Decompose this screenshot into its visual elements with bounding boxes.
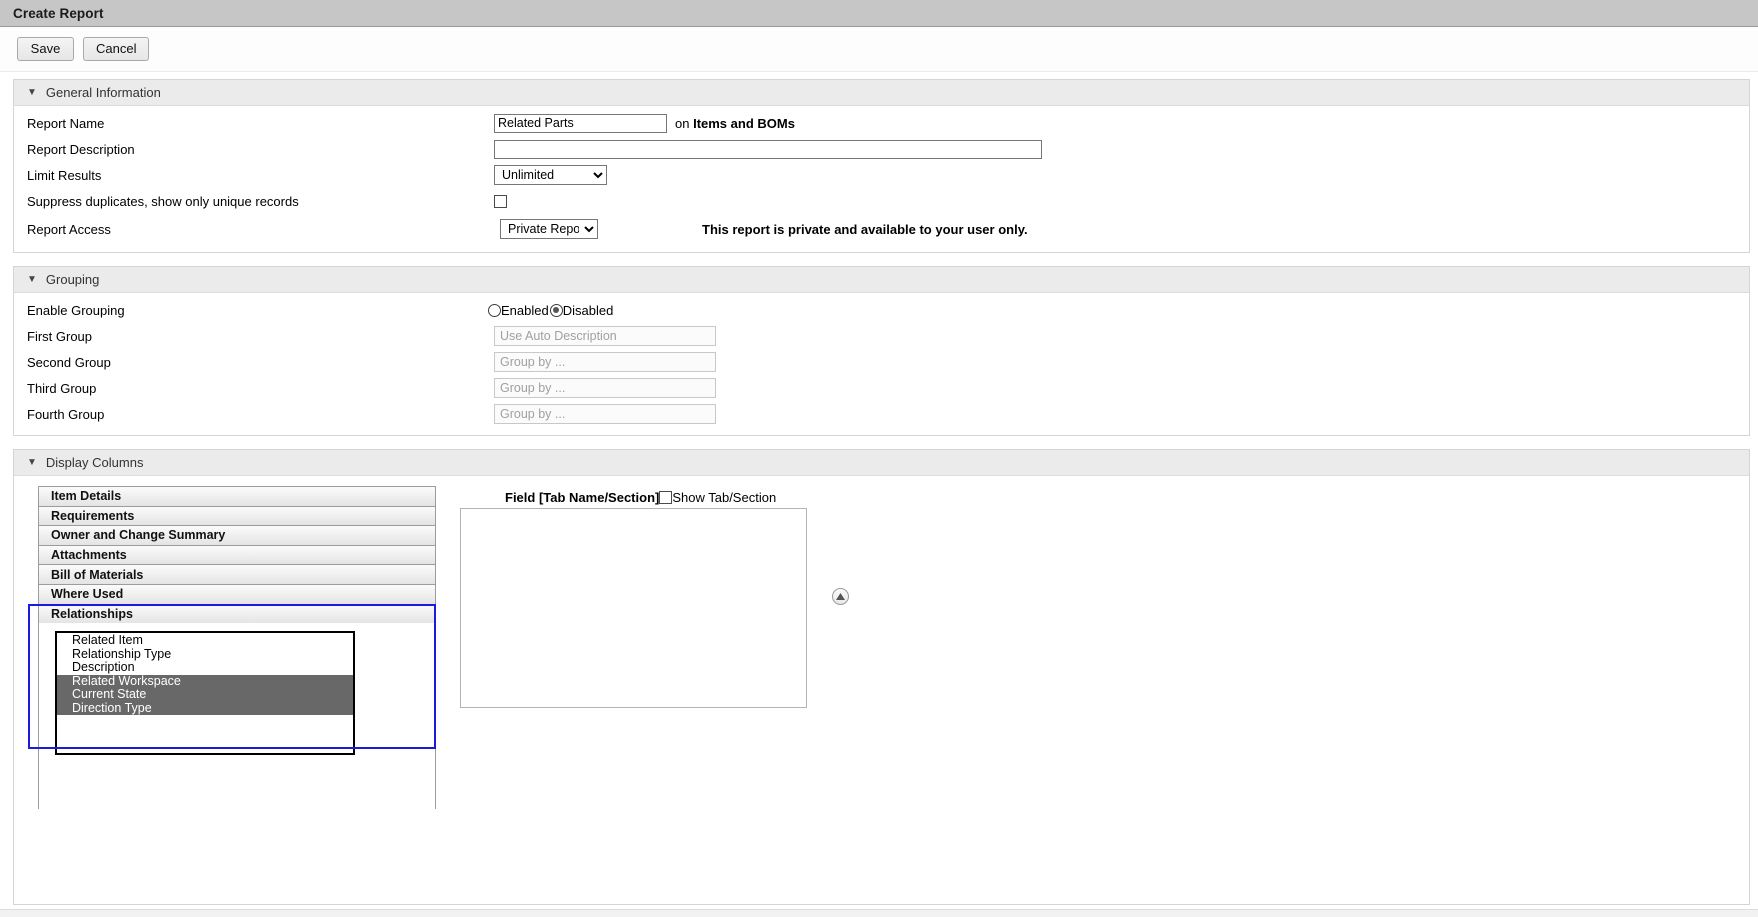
fourth-group-row: Fourth Group Group by ...: [14, 401, 1749, 427]
available-field-current-state[interactable]: Current State: [57, 688, 353, 702]
available-field-direction-type[interactable]: Direction Type: [57, 701, 353, 716]
report-name-suffix: on Items and BOMs: [675, 116, 795, 131]
report-description-input[interactable]: [494, 139, 1042, 159]
cancel-button[interactable]: Cancel: [83, 37, 150, 61]
grouping-disabled-label: Disabled: [562, 302, 614, 318]
available-field-related-item[interactable]: Related Item: [57, 634, 353, 648]
available-fields-empty-space: [57, 715, 353, 753]
report-name-label: Report Name: [27, 115, 105, 131]
report-description-label: Report Description: [27, 141, 135, 157]
first-group-row: First Group Use Auto Description: [14, 323, 1749, 349]
triangle-up-icon[interactable]: [832, 588, 849, 605]
suppress-duplicates-checkbox[interactable]: [494, 194, 507, 208]
report-name-suffix-prefix: on: [675, 115, 694, 131]
report-name-suffix-target: Items and BOMs: [693, 115, 795, 131]
grouping-title: Grouping: [45, 272, 100, 287]
available-fields-listbox[interactable]: Related Item Relationship Type Descripti…: [55, 631, 355, 756]
fourth-group-label: Fourth Group: [27, 406, 105, 422]
second-group-label: Second Group: [27, 354, 111, 370]
window-titlebar: Create Report: [0, 0, 1758, 27]
third-group-select[interactable]: Group by ...: [494, 378, 716, 398]
display-columns-accordion: Item Details Requirements Owner and Chan…: [28, 486, 436, 810]
display-columns-header[interactable]: ▼ Display Columns: [14, 450, 1749, 476]
accordion-item-attachments[interactable]: Attachments: [38, 544, 436, 565]
grouping-disabled-radio[interactable]: [549, 303, 563, 317]
general-information-title: General Information: [45, 85, 161, 100]
general-information-panel: ▼ General Information Report Name on Ite…: [13, 79, 1750, 253]
display-columns-body: Item Details Requirements Owner and Chan…: [14, 476, 1749, 818]
show-tab-section-label: Show Tab/Section: [672, 490, 777, 505]
action-toolbar: Save Cancel: [0, 27, 1758, 72]
limit-results-select[interactable]: Unlimited: [494, 165, 607, 185]
general-information-body: Report Name on Items and BOMs Report Des…: [14, 106, 1749, 252]
suppress-duplicates-label: Suppress duplicates, show only unique re…: [27, 193, 299, 209]
enable-grouping-row: Enable Grouping Enabled Disabled: [14, 297, 1749, 323]
report-access-label: Report Access: [27, 221, 111, 237]
chevron-down-icon[interactable]: ▼: [27, 87, 37, 98]
selected-fields-header: Field [Tab Name/Section] Show Tab/Section: [505, 490, 776, 505]
accordion-item-requirements[interactable]: Requirements: [38, 505, 436, 526]
selected-fields-listbox[interactable]: [460, 508, 807, 708]
report-name-row: Report Name on Items and BOMs: [14, 110, 1749, 136]
grouping-enabled-label: Enabled: [501, 302, 549, 318]
grouping-body: Enable Grouping Enabled Disabled First G…: [14, 293, 1749, 435]
enable-grouping-radio-group: Enabled Disabled: [488, 303, 614, 318]
general-information-header[interactable]: ▼ General Information: [14, 80, 1749, 106]
available-field-relationship-type[interactable]: Relationship Type: [57, 647, 353, 662]
display-columns-title: Display Columns: [45, 455, 144, 470]
accordion-item-where-used[interactable]: Where Used: [38, 583, 436, 604]
accordion-item-relationships[interactable]: Relationships: [38, 603, 436, 624]
save-button[interactable]: Save: [17, 37, 74, 61]
available-field-description[interactable]: Description: [57, 661, 353, 675]
fourth-group-select[interactable]: Group by ...: [494, 404, 716, 424]
accordion-item-item-details[interactable]: Item Details: [38, 486, 436, 506]
limit-results-label: Limit Results: [27, 167, 102, 183]
page-bottom-edge: [0, 909, 1758, 917]
field-tab-name-section-label: Field [Tab Name/Section]: [505, 490, 660, 505]
accordion-item-owner-and-change-summary[interactable]: Owner and Change Summary: [38, 525, 436, 545]
display-columns-panel: ▼ Display Columns Item Details Requireme…: [13, 449, 1750, 905]
accordion-item-bill-of-materials[interactable]: Bill of Materials: [38, 564, 436, 584]
grouping-panel: ▼ Grouping Enable Grouping Enabled Disab…: [13, 266, 1750, 436]
third-group-row: Third Group Group by ...: [14, 375, 1749, 401]
limit-results-row: Limit Results Unlimited: [14, 162, 1749, 188]
second-group-row: Second Group Group by ...: [14, 349, 1749, 375]
window-title: Create Report: [13, 5, 104, 21]
report-access-note: This report is private and available to …: [702, 221, 1028, 237]
grouping-header[interactable]: ▼ Grouping: [14, 267, 1749, 293]
third-group-label: Third Group: [27, 380, 97, 396]
report-access-select[interactable]: Private Report: [500, 219, 598, 239]
chevron-down-icon[interactable]: ▼: [27, 274, 37, 285]
report-access-row: Report Access Private Report This report…: [14, 214, 1749, 244]
enable-grouping-label: Enable Grouping: [27, 302, 125, 318]
report-description-row: Report Description: [14, 136, 1749, 162]
show-tab-section-checkbox[interactable]: [659, 491, 673, 504]
available-field-related-workspace[interactable]: Related Workspace: [57, 674, 353, 689]
chevron-down-icon[interactable]: ▼: [27, 457, 37, 468]
relationships-panel: Related Item Relationship Type Descripti…: [38, 623, 436, 810]
first-group-label: First Group: [27, 328, 93, 344]
first-group-select[interactable]: Use Auto Description: [494, 326, 716, 346]
report-name-input[interactable]: [494, 113, 667, 133]
second-group-select[interactable]: Group by ...: [494, 352, 716, 372]
selected-fields-column: Field [Tab Name/Section] Show Tab/Section: [436, 486, 1749, 809]
suppress-duplicates-row: Suppress duplicates, show only unique re…: [14, 188, 1749, 214]
grouping-enabled-radio[interactable]: [488, 303, 501, 317]
